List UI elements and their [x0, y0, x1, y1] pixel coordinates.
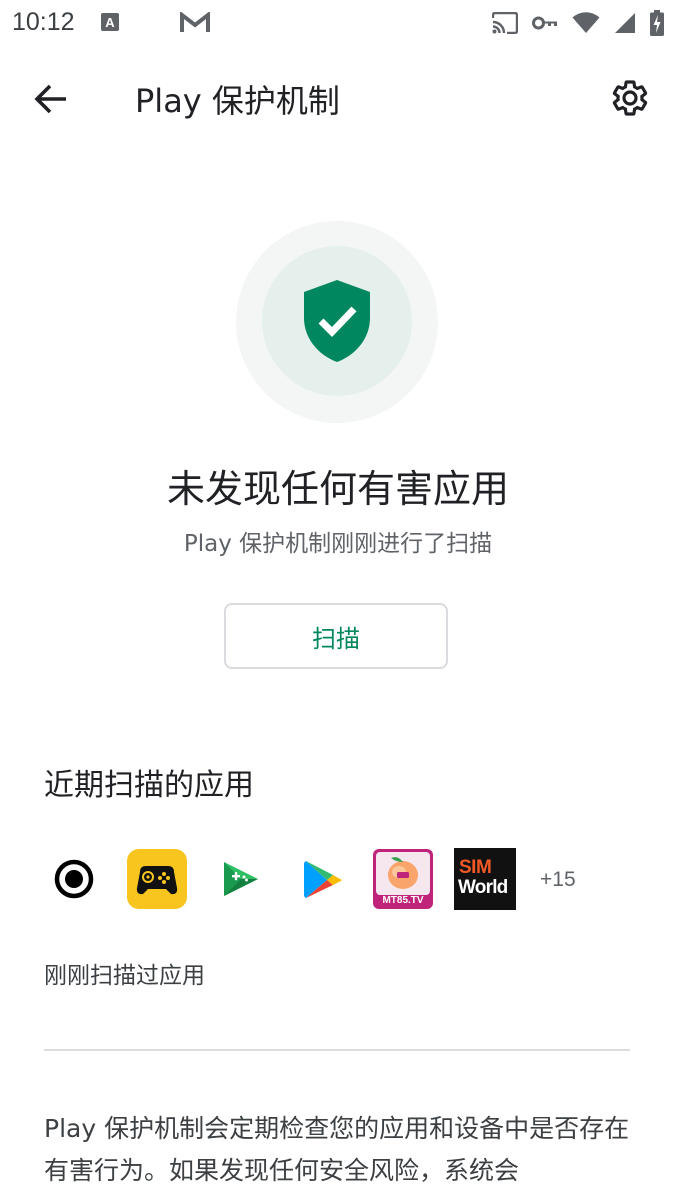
- wifi-icon: [572, 12, 600, 38]
- play-games-app-icon[interactable]: [208, 848, 270, 910]
- scan-button[interactable]: 扫描: [224, 603, 448, 669]
- scan-status-text: 刚刚扫描过应用: [44, 963, 205, 989]
- status-icons: [491, 10, 664, 40]
- page-title: Play 保护机制: [135, 82, 340, 120]
- back-button[interactable]: [30, 78, 72, 120]
- settings-button[interactable]: [608, 76, 652, 120]
- recent-apps-title: 近期扫描的应用: [44, 768, 254, 803]
- arrow-back-icon: [34, 84, 66, 114]
- play-store-app-icon[interactable]: [290, 848, 352, 910]
- app-bar: Play 保护机制: [0, 48, 676, 148]
- status-bar: 10:12 A: [0, 0, 676, 48]
- mt85-tv-app-icon[interactable]: MT85.TV: [372, 848, 434, 910]
- gmail-icon: [180, 10, 210, 32]
- mt85-tv-label: MT85.TV: [382, 895, 424, 906]
- more-apps-count[interactable]: +15: [540, 868, 576, 892]
- vpn-key-icon: [532, 15, 558, 35]
- cast-icon: [491, 11, 519, 38]
- battery-charging-icon: [650, 10, 664, 40]
- svg-text:A: A: [105, 15, 115, 30]
- protection-description: Play 保护机制会定期检查您的应用和设备中是否存在有害行为。如果发现任何安全风…: [44, 1114, 630, 1185]
- a-notification-icon: A: [100, 12, 120, 32]
- status-time: 10:12: [12, 8, 75, 36]
- game-controller-app-icon[interactable]: [126, 848, 188, 910]
- sim-world-label-line1: SIM: [459, 857, 492, 878]
- status-subline: Play 保护机制刚刚进行了扫描: [183, 531, 493, 557]
- section-divider: [44, 1049, 630, 1051]
- sim-world-app-icon[interactable]: SIM World: [454, 848, 516, 910]
- signal-icon: [614, 12, 636, 38]
- sim-world-label-line2: World: [458, 877, 508, 898]
- gear-icon: [612, 80, 648, 116]
- status-headline: 未发现任何有害应用: [166, 467, 509, 511]
- screen-recorder-app-icon[interactable]: [44, 848, 106, 910]
- shield-check-icon: [302, 278, 372, 364]
